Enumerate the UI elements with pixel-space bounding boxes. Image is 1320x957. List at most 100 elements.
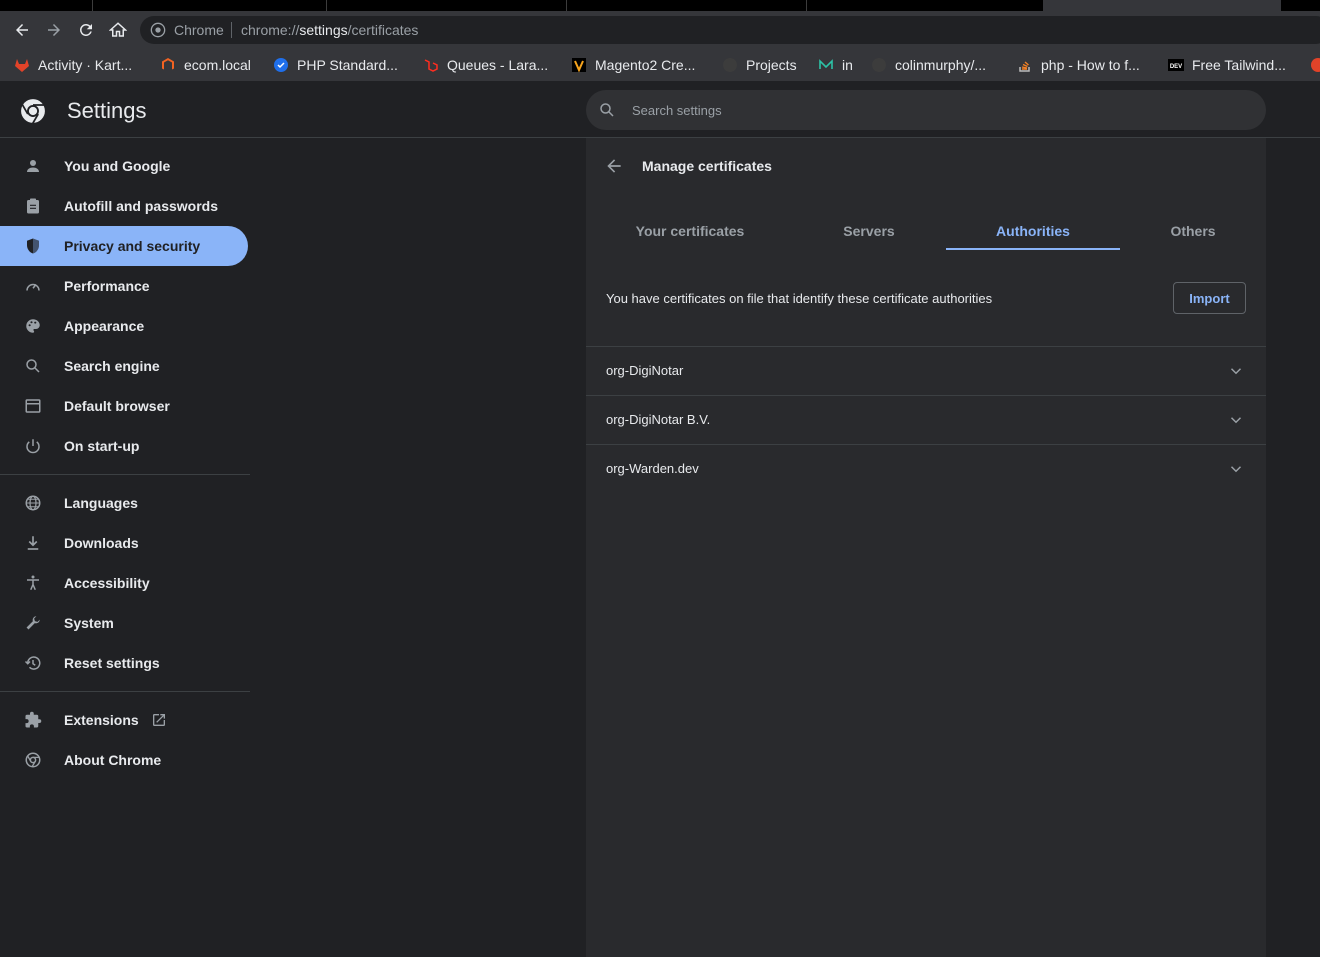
bookmark[interactable]: PHP Standard... bbox=[273, 54, 398, 76]
bookmark[interactable]: Activity · Kart... bbox=[14, 54, 132, 76]
browser-toolbar: Chrome chrome://settings/certificates bbox=[0, 11, 1320, 48]
sidebar-item-search-engine[interactable]: Search engine bbox=[0, 346, 248, 386]
back-button[interactable] bbox=[11, 19, 33, 41]
omnibox-chip: Chrome bbox=[174, 22, 224, 38]
tab-others[interactable]: Others bbox=[1120, 214, 1266, 250]
dev-icon: DEV bbox=[1168, 57, 1184, 73]
svg-text:DEV: DEV bbox=[1170, 64, 1182, 70]
sidebar-item-on-startup[interactable]: On start-up bbox=[0, 426, 248, 466]
import-button[interactable]: Import bbox=[1173, 282, 1246, 314]
chevron-down-icon[interactable] bbox=[1227, 460, 1245, 478]
home-button[interactable] bbox=[107, 19, 129, 41]
bookmark[interactable]: Projects bbox=[722, 54, 797, 76]
url-host: settings bbox=[299, 22, 348, 38]
reload-button[interactable] bbox=[75, 19, 97, 41]
sidebar-item-label: Downloads bbox=[64, 535, 139, 551]
sidebar-item-label: System bbox=[64, 615, 114, 631]
browser-window-icon bbox=[25, 399, 41, 413]
page-title: Settings bbox=[67, 98, 147, 123]
sidebar-item-label: Reset settings bbox=[64, 655, 160, 671]
bookmark[interactable]: Queues - Lara... bbox=[423, 54, 548, 76]
bookmark-label: in bbox=[842, 57, 853, 73]
sidebar-item-label: About Chrome bbox=[64, 752, 162, 768]
card-header: Manage certificates bbox=[586, 138, 1266, 194]
list-item[interactable]: org-DigiNotar bbox=[586, 346, 1266, 395]
search-icon bbox=[600, 103, 614, 117]
gitlab-icon bbox=[14, 57, 30, 73]
certificate-tabs: Your certificates Servers Authorities Ot… bbox=[586, 214, 1266, 250]
github-icon bbox=[871, 57, 887, 73]
restore-icon bbox=[24, 656, 41, 670]
address-bar[interactable]: Chrome chrome://settings/certificates bbox=[140, 16, 1320, 44]
github-icon bbox=[1310, 57, 1320, 73]
accessibility-icon bbox=[27, 575, 39, 591]
bookmark[interactable]: DEV Free Tailwind... bbox=[1168, 54, 1286, 76]
bookmark[interactable]: php - How to f... bbox=[1017, 54, 1140, 76]
active-tab[interactable] bbox=[1043, 0, 1281, 11]
bookmark-overflow[interactable] bbox=[1310, 54, 1320, 76]
forward-button[interactable] bbox=[43, 19, 65, 41]
authority-name: org-DigiNotar bbox=[606, 363, 684, 378]
sidebar-item-privacy[interactable]: Privacy and security bbox=[0, 226, 248, 266]
tab-separator bbox=[566, 0, 567, 11]
sidebar-item-extensions[interactable]: Extensions bbox=[0, 700, 248, 740]
globe-icon bbox=[25, 495, 41, 511]
bookmark-label: Activity · Kart... bbox=[38, 57, 133, 73]
authority-name: org-DigiNotar B.V. bbox=[606, 412, 711, 427]
sidebar-divider bbox=[0, 474, 250, 475]
stackoverflow-icon bbox=[1017, 57, 1033, 73]
person-icon bbox=[27, 160, 39, 172]
sidebar-item-you-and-google[interactable]: You and Google bbox=[0, 146, 248, 186]
sidebar-item-system[interactable]: System bbox=[0, 603, 248, 643]
sidebar-item-appearance[interactable]: Appearance bbox=[0, 306, 248, 346]
tab-separator bbox=[806, 0, 807, 11]
bookmark[interactable]: ecom.local bbox=[160, 54, 251, 76]
bookmark[interactable]: colinmurphy/... bbox=[871, 54, 986, 76]
sidebar-item-autofill[interactable]: Autofill and passwords bbox=[0, 186, 248, 226]
sidebar-item-accessibility[interactable]: Accessibility bbox=[0, 563, 248, 603]
sidebar-item-label: Extensions bbox=[64, 712, 139, 728]
chrome-logo-icon bbox=[21, 99, 45, 124]
download-icon bbox=[27, 536, 39, 550]
sidebar-item-downloads[interactable]: Downloads bbox=[0, 523, 248, 563]
authority-list: org-DigiNotar org-DigiNotar B.V. org-War… bbox=[586, 346, 1266, 493]
sidebar-item-label: Search engine bbox=[64, 358, 160, 374]
home-icon bbox=[109, 22, 127, 37]
tab-authorities[interactable]: Authorities bbox=[946, 214, 1120, 250]
list-item[interactable]: org-DigiNotar B.V. bbox=[586, 395, 1266, 444]
url-scheme: chrome:// bbox=[241, 22, 300, 38]
chevron-down-icon[interactable] bbox=[1227, 411, 1245, 429]
bookmark-label: Queues - Lara... bbox=[447, 57, 549, 73]
manage-certificates-card: Manage certificates Your certificates Se… bbox=[586, 138, 1266, 957]
search-input[interactable] bbox=[632, 90, 1232, 130]
back-arrow-icon[interactable] bbox=[604, 156, 624, 176]
bookmark-label: Magento2 Cre... bbox=[595, 57, 696, 73]
bookmark-label: Free Tailwind... bbox=[1192, 57, 1286, 73]
settings-search[interactable] bbox=[586, 90, 1266, 130]
power-icon bbox=[26, 439, 40, 454]
bookmark[interactable]: in bbox=[818, 54, 853, 76]
clipboard-icon bbox=[27, 198, 39, 214]
github-icon bbox=[722, 57, 738, 73]
sidebar-item-reset-settings[interactable]: Reset settings bbox=[0, 643, 248, 683]
sidebar-item-label: Default browser bbox=[64, 398, 170, 414]
tab-your-certificates[interactable]: Your certificates bbox=[606, 214, 774, 250]
palette-icon bbox=[26, 319, 40, 333]
sidebar-item-performance[interactable]: Performance bbox=[0, 266, 248, 306]
sidebar-item-languages[interactable]: Languages bbox=[0, 483, 248, 523]
sidebar-item-label: Privacy and security bbox=[64, 238, 201, 254]
tab-separator bbox=[326, 0, 327, 11]
sidebar-item-label: Accessibility bbox=[64, 575, 150, 591]
chrome-icon bbox=[25, 752, 41, 768]
settings-sidebar: You and Google Autofill and passwords Pr… bbox=[0, 146, 250, 780]
tab-servers[interactable]: Servers bbox=[782, 214, 956, 250]
magento-icon bbox=[160, 57, 176, 73]
bookmark[interactable]: Magento2 Cre... bbox=[571, 54, 695, 76]
speedometer-icon bbox=[26, 283, 40, 291]
list-item[interactable]: org-Warden.dev bbox=[586, 444, 1266, 493]
sidebar-item-default-browser[interactable]: Default browser bbox=[0, 386, 248, 426]
authorities-info-row: You have certificates on file that ident… bbox=[606, 282, 1246, 314]
chevron-down-icon[interactable] bbox=[1227, 362, 1245, 380]
sidebar-item-about-chrome[interactable]: About Chrome bbox=[0, 740, 248, 780]
reload-icon bbox=[79, 23, 92, 36]
